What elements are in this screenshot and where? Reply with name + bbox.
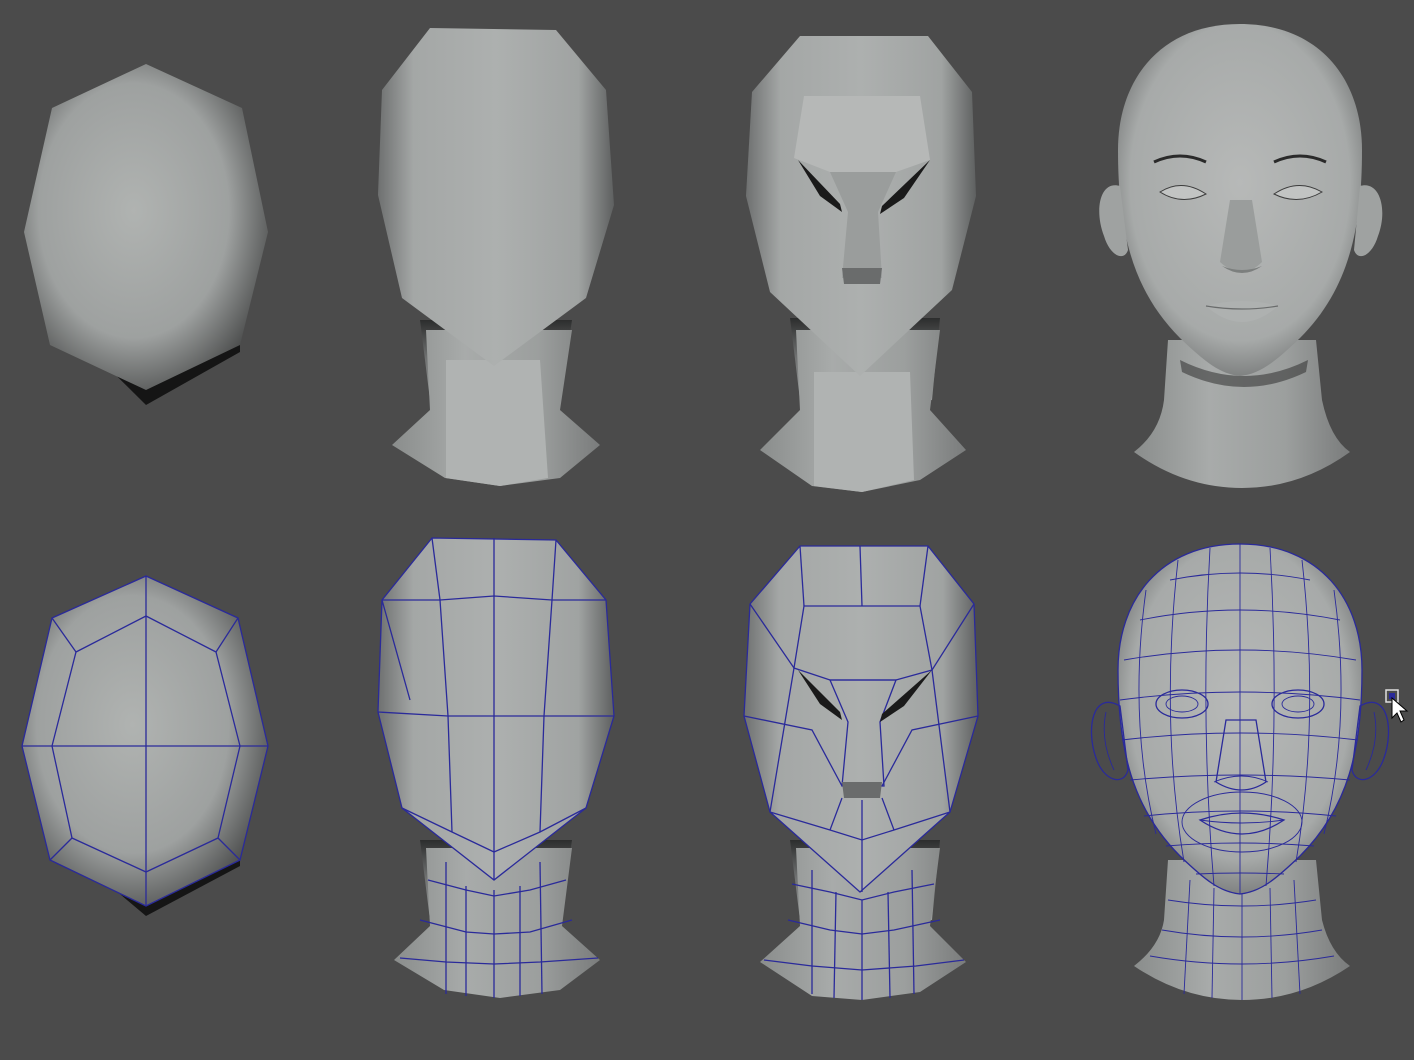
blocked-head-wireframe[interactable] — [377, 537, 615, 998]
facial-planes-wireframe[interactable] — [743, 545, 979, 1000]
model-stage — [21, 24, 1409, 1000]
blocked-head-smooth[interactable] — [378, 28, 614, 486]
final-topology-wireframe[interactable] — [1090, 543, 1390, 1000]
mouse-pointer-icon — [1391, 696, 1409, 723]
3d-viewport[interactable] — [0, 0, 1414, 1060]
base-sphere-wireframe[interactable] — [21, 575, 269, 916]
final-sculpt-smooth[interactable] — [1099, 24, 1383, 488]
base-sphere-smooth[interactable] — [24, 64, 268, 405]
facial-planes-smooth[interactable] — [746, 36, 976, 492]
